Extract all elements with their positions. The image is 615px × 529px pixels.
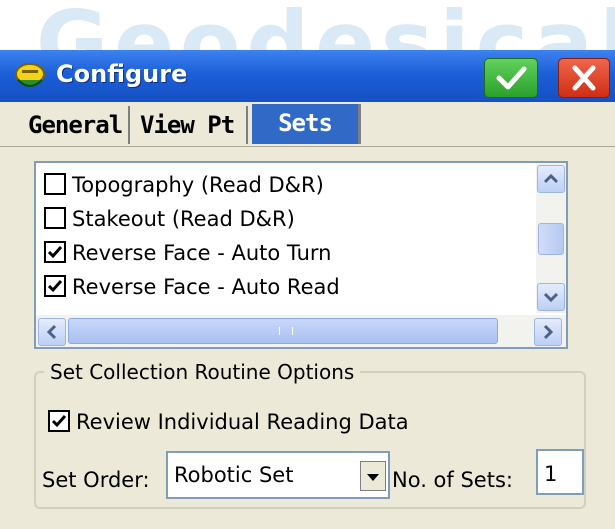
scroll-up-button[interactable] (537, 165, 565, 193)
checkmark-icon (496, 66, 527, 90)
review-data-label: Review Individual Reading Data (76, 410, 409, 434)
set-order-value: Robotic Set (174, 463, 294, 487)
checkmark-icon (51, 415, 67, 428)
tab-general[interactable]: General (28, 106, 130, 144)
tab-strip: General View Pt Sets (0, 102, 615, 146)
horizontal-scroll-thumb[interactable] (68, 318, 498, 344)
chevron-down-icon (543, 292, 559, 303)
checkbox[interactable] (44, 241, 66, 263)
checkbox[interactable] (44, 207, 66, 229)
sets-panel: Topography (Read D&R) Stakeout (Read D&R… (0, 146, 615, 529)
close-icon (572, 65, 596, 91)
checkbox[interactable] (44, 173, 66, 195)
list-item-label: Reverse Face - Auto Read (72, 275, 340, 299)
list-item[interactable]: Reverse Face - Auto Turn (44, 237, 331, 269)
app-icon (12, 58, 48, 94)
vertical-scrollbar[interactable] (536, 163, 566, 313)
title-bar: Configure (0, 50, 615, 102)
scroll-left-button[interactable] (38, 318, 66, 346)
num-sets-label: No. of Sets: (392, 468, 513, 492)
review-data-checkbox[interactable] (48, 410, 70, 432)
tab-view-pt[interactable]: View Pt (140, 106, 248, 144)
close-button[interactable] (558, 58, 610, 98)
chevron-down-icon (367, 474, 379, 481)
ok-button[interactable] (484, 58, 538, 98)
set-collection-options-group: Set Collection Routine Options Review In… (34, 359, 586, 509)
list-item[interactable]: Topography (Read D&R) (44, 169, 324, 201)
checkbox[interactable] (44, 275, 66, 297)
horizontal-scrollbar[interactable] (36, 315, 566, 347)
dropdown-arrow-button[interactable] (360, 461, 386, 491)
grip-icon (279, 327, 293, 335)
window-title: Configure (56, 60, 188, 88)
list-item-label: Topography (Read D&R) (72, 173, 324, 197)
list-item[interactable]: Stakeout (Read D&R) (44, 203, 295, 235)
chevron-up-icon (543, 173, 559, 184)
num-sets-input[interactable]: 1 (536, 449, 584, 495)
checkmark-icon (47, 280, 63, 293)
list-item-label: Stakeout (Read D&R) (72, 207, 295, 231)
routine-list: Topography (Read D&R) Stakeout (Read D&R… (34, 161, 568, 349)
chevron-right-icon (543, 324, 554, 340)
tab-sets[interactable]: Sets (252, 104, 361, 144)
chevron-left-icon (46, 324, 57, 340)
set-order-select[interactable]: Robotic Set (166, 451, 390, 499)
checkmark-icon (47, 246, 63, 259)
vertical-scroll-thumb[interactable] (538, 223, 564, 255)
scroll-down-button[interactable] (537, 283, 565, 311)
list-item-label: Reverse Face - Auto Turn (72, 241, 332, 265)
review-data-option[interactable]: Review Individual Reading Data (48, 407, 409, 437)
list-item[interactable]: Reverse Face - Auto Read (44, 271, 340, 303)
group-title: Set Collection Routine Options (44, 359, 361, 385)
scroll-right-button[interactable] (534, 318, 562, 346)
set-order-label: Set Order: (42, 468, 150, 492)
